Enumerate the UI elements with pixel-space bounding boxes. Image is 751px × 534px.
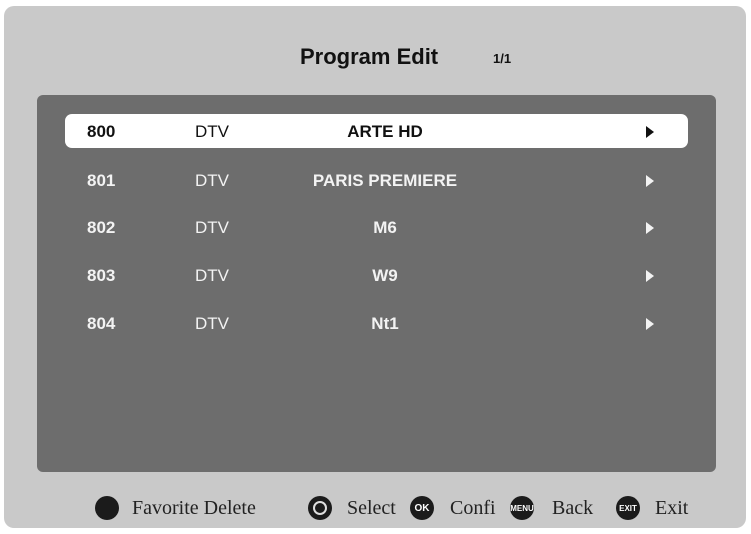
channel-number: 802 <box>87 218 116 237</box>
page-title: Program Edit <box>300 44 439 69</box>
exit-button-icon: EXIT <box>616 496 640 520</box>
channel-number: 800 <box>87 122 116 141</box>
menu-button-icon: MENU <box>510 496 534 520</box>
channel-row-804[interactable]: 804 DTV Nt1 <box>65 306 688 340</box>
channel-type: DTV <box>195 122 229 141</box>
arrow-right-icon[interactable] <box>646 270 654 282</box>
channel-number: 803 <box>87 266 116 285</box>
channel-name: PARIS PREMIERE <box>312 171 458 190</box>
channel-type: DTV <box>195 171 229 190</box>
channel-type: DTV <box>195 266 229 285</box>
arrow-right-icon[interactable] <box>646 175 654 187</box>
confirm-label: Confi <box>450 497 496 519</box>
ok-button-icon: OK <box>410 496 434 520</box>
favorite-delete-label: Favorite Delete <box>132 497 256 519</box>
navigation-pad-icon <box>308 496 332 520</box>
channel-name: ARTE HD <box>347 122 423 141</box>
channel-type: DTV <box>195 218 229 237</box>
channel-name: W9 <box>372 266 398 285</box>
red-button-icon <box>95 496 119 520</box>
back-label: Back <box>552 497 594 519</box>
page-indicator: 1/1 <box>493 51 512 66</box>
channel-row-801[interactable]: 801 DTV PARIS PREMIERE <box>65 163 688 197</box>
channel-list: 800 DTV ARTE HD 801 DTV PARIS PREMIERE 8… <box>37 95 716 472</box>
channel-row-803[interactable]: 803 DTV W9 <box>65 258 688 292</box>
channel-name: Nt1 <box>371 314 399 333</box>
select-label: Select <box>347 497 396 519</box>
arrow-right-icon[interactable] <box>646 318 654 330</box>
help-bar: Favorite Delete Select OK Confi MENU Bac… <box>0 494 751 524</box>
channel-row-800[interactable]: 800 DTV ARTE HD <box>65 114 688 148</box>
header: Program Edit 1/1 <box>0 34 751 74</box>
arrow-right-icon[interactable] <box>646 126 654 138</box>
arrow-right-icon[interactable] <box>646 222 654 234</box>
channel-name: M6 <box>373 218 397 237</box>
channel-type: DTV <box>195 314 229 333</box>
channel-number: 801 <box>87 171 116 190</box>
channel-row-802[interactable]: 802 DTV M6 <box>65 210 688 244</box>
exit-label: Exit <box>655 497 689 519</box>
channel-number: 804 <box>87 314 116 333</box>
